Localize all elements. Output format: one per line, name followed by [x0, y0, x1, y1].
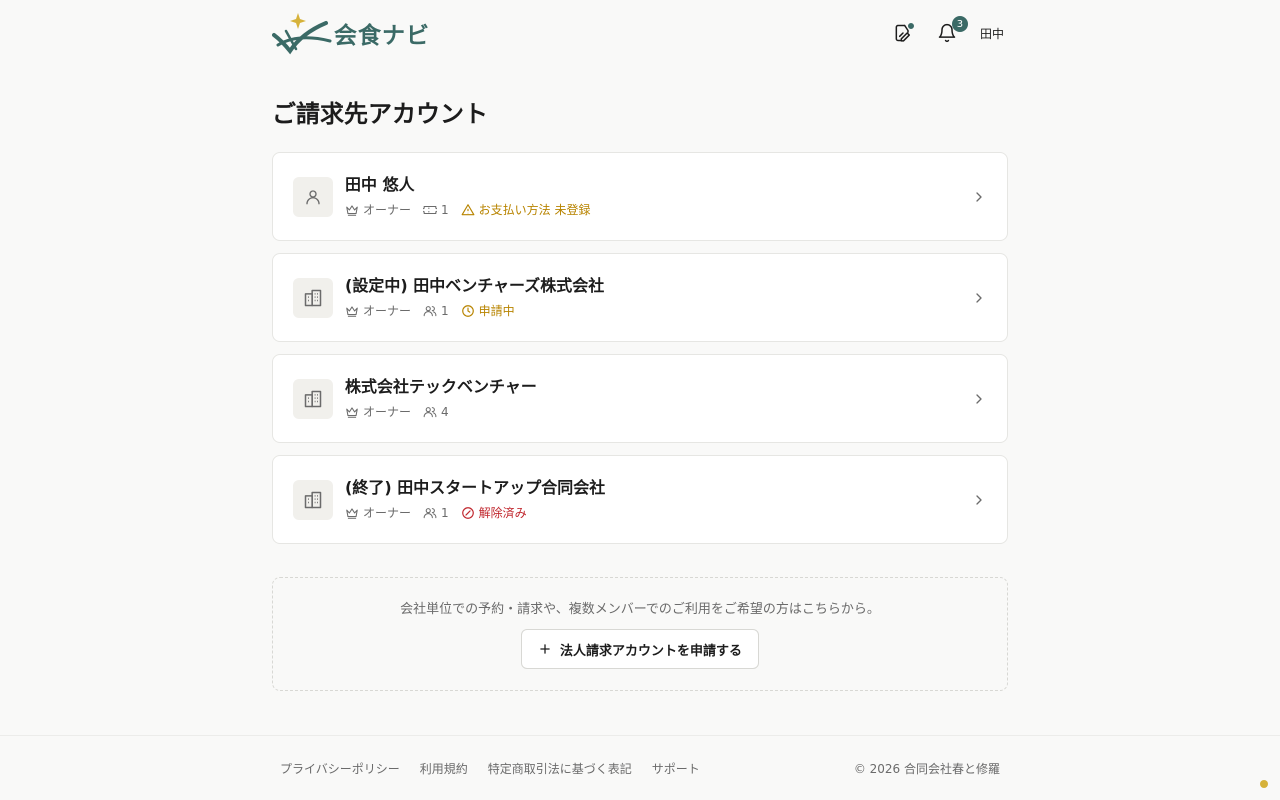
- user-icon: [306, 189, 320, 204]
- member-count: 1: [441, 303, 449, 318]
- footer-link-terms[interactable]: 利用規約: [420, 760, 468, 777]
- account-card-company[interactable]: (設定中) 田中ベンチャーズ株式会社 オーナー 1 申請中: [272, 253, 1008, 342]
- edit-document-button[interactable]: [888, 18, 918, 48]
- warning-icon: [461, 203, 475, 215]
- chevron-right-icon: [976, 292, 982, 303]
- cancellation-status-label: 解除済み: [478, 506, 527, 520]
- application-status-label: 申請中: [478, 304, 515, 318]
- member-count-meta: 1: [423, 506, 449, 520]
- users-icon: [423, 305, 437, 316]
- logo[interactable]: 会食ナビ: [272, 11, 430, 55]
- footer-link-support[interactable]: サポート: [652, 760, 700, 777]
- clock-icon: [461, 304, 474, 317]
- unread-dot: [906, 22, 915, 30]
- apply-button-label: 法人請求アカウントを申請する: [559, 643, 742, 659]
- member-count-meta: 1: [423, 304, 449, 318]
- copyright: © 2026 合同会社春と修羅: [853, 762, 1000, 776]
- notification-count-badge: 3: [951, 16, 968, 32]
- account-card-company[interactable]: (終了) 田中スタートアップ合同会社 オーナー 1 解除済み: [272, 455, 1008, 544]
- chevron-right-icon: [976, 191, 982, 202]
- crown-icon: [346, 507, 358, 519]
- user-menu-button[interactable]: 田中: [976, 18, 1008, 48]
- header: 会食ナビ 3 田中: [272, 10, 1008, 56]
- ticket-count: 1: [441, 202, 449, 217]
- role-label: オーナー: [363, 304, 412, 318]
- role-meta: オーナー: [345, 302, 411, 319]
- member-count-meta: 4: [423, 405, 449, 419]
- account-icon-wrapper: [293, 277, 333, 318]
- footer-link-privacy[interactable]: プライバシーポリシー: [280, 760, 400, 777]
- role-label: オーナー: [363, 405, 412, 419]
- building-icon: [304, 491, 322, 508]
- ticket-icon: [423, 205, 438, 214]
- role-meta: オーナー: [345, 403, 411, 420]
- role-meta: オーナー: [345, 504, 411, 521]
- member-count: 4: [441, 404, 449, 419]
- users-icon: [423, 507, 437, 518]
- apply-corporate-account-button[interactable]: 法人請求アカウントを申請する: [520, 629, 759, 669]
- payment-status-label: お支払い方法 未登録: [478, 203, 591, 217]
- cancellation-status: 解除済み: [461, 504, 527, 521]
- plus-icon: [540, 644, 550, 654]
- account-name: 株式会社テックベンチャー: [345, 377, 537, 396]
- account-card-personal[interactable]: 田中 悠人 オーナー 1 お支払い方法 未登録: [272, 152, 1008, 241]
- ticket-count-meta: 1: [423, 203, 449, 217]
- role-label: オーナー: [363, 203, 412, 217]
- account-icon-wrapper: [293, 378, 333, 419]
- corporate-account-cta: 会社単位での予約・請求や、複数メンバーでのご利用をご希望の方はこちらから。 法人…: [272, 577, 1008, 691]
- status-indicator-dot: [1260, 780, 1268, 788]
- account-card-company[interactable]: 株式会社テックベンチャー オーナー 4: [272, 354, 1008, 443]
- account-icon-wrapper: [293, 479, 333, 520]
- member-count: 1: [441, 505, 449, 520]
- notifications-button[interactable]: 3: [932, 16, 968, 48]
- logo-text: 会食ナビ: [334, 22, 430, 49]
- footer-link-commercial-law[interactable]: 特定商取引法に基づく表記: [488, 760, 632, 777]
- chevron-right-icon: [976, 494, 982, 505]
- ban-icon: [461, 506, 474, 519]
- logo-mark-icon: [272, 13, 332, 55]
- building-icon: [304, 289, 322, 306]
- crown-icon: [346, 204, 358, 216]
- chevron-right-icon: [976, 393, 982, 404]
- application-status: 申請中: [461, 302, 515, 319]
- crown-icon: [346, 406, 358, 418]
- crown-icon: [346, 305, 358, 317]
- building-icon: [304, 390, 322, 407]
- role-label: オーナー: [363, 506, 412, 520]
- cta-description: 会社単位での予約・請求や、複数メンバーでのご利用をご希望の方はこちらから。: [400, 602, 880, 617]
- role-meta: オーナー: [345, 201, 411, 218]
- account-name: 田中 悠人: [345, 175, 415, 194]
- account-icon-wrapper: [293, 176, 333, 217]
- account-name: (終了) 田中スタートアップ合同会社: [345, 478, 606, 497]
- account-name: (設定中) 田中ベンチャーズ株式会社: [345, 276, 605, 295]
- payment-status: お支払い方法 未登録: [461, 201, 591, 218]
- account-list: 田中 悠人 オーナー 1 お支払い方法 未登録 (設定中) 田中ベンチャーズ株式…: [272, 152, 1008, 556]
- footer: プライバシーポリシー 利用規約 特定商取引法に基づく表記 サポート © 2026…: [0, 735, 1280, 800]
- users-icon: [423, 406, 437, 417]
- page-title: ご請求先アカウント: [272, 100, 488, 128]
